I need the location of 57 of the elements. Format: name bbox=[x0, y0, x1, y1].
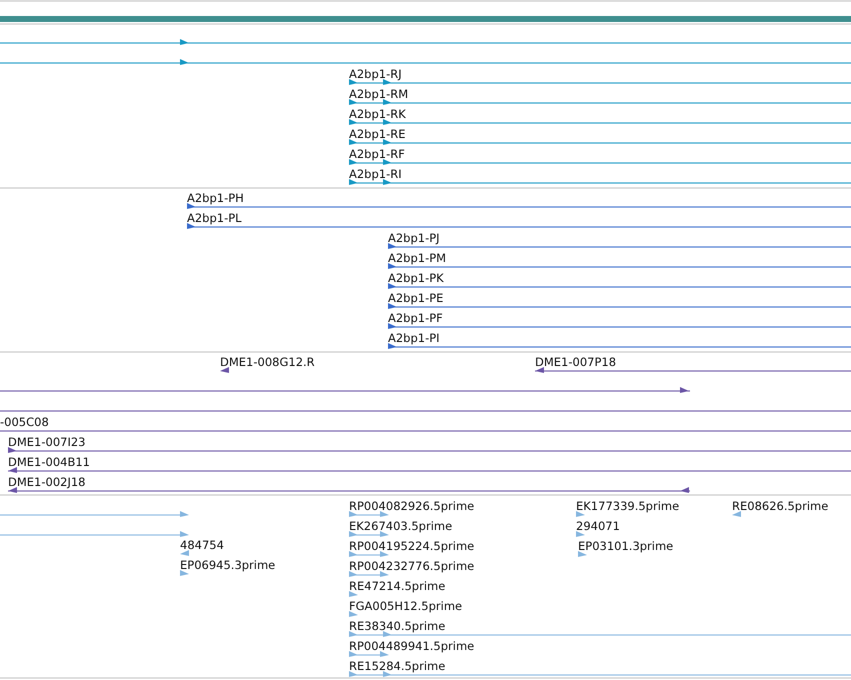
feature-glyph[interactable] bbox=[348, 159, 851, 165]
feature-label[interactable]: RE47214.5prime bbox=[349, 579, 446, 593]
feature-label[interactable]: RP004489941.5prime bbox=[349, 639, 474, 653]
feature-label[interactable]: A2bp1-RJ bbox=[349, 67, 402, 81]
feature-label[interactable]: A2bp1-RE bbox=[349, 127, 406, 141]
feature-glyph[interactable] bbox=[0, 59, 851, 65]
feature-glyph[interactable] bbox=[348, 139, 851, 145]
feature-label[interactable]: A2bp1-PI bbox=[388, 331, 440, 345]
feature-glyph[interactable] bbox=[348, 99, 851, 105]
feature-label[interactable]: A2bp1-RM bbox=[349, 87, 408, 101]
feature-glyph[interactable] bbox=[388, 323, 851, 329]
feature-glyph[interactable] bbox=[186, 223, 851, 229]
feature-label[interactable]: A2bp1-RF bbox=[349, 147, 405, 161]
feature-label[interactable]: RE08626.5prime bbox=[732, 499, 828, 513]
feature-glyph[interactable] bbox=[8, 467, 851, 473]
feature-label[interactable]: A2bp1-PJ bbox=[388, 231, 440, 245]
feature-glyph[interactable] bbox=[534, 367, 851, 373]
feature-glyph[interactable] bbox=[220, 367, 229, 373]
feature-glyph[interactable] bbox=[0, 39, 851, 45]
feature-glyph[interactable] bbox=[8, 447, 851, 453]
feature-glyph[interactable] bbox=[388, 303, 851, 309]
feature-label[interactable]: DME1-007P18 bbox=[535, 355, 616, 369]
feature-label[interactable]: 484754 bbox=[180, 538, 224, 552]
feature-glyph[interactable] bbox=[388, 243, 851, 249]
feature-label[interactable]: RP004232776.5prime bbox=[349, 559, 474, 573]
feature-glyph[interactable] bbox=[388, 283, 851, 289]
feature-label[interactable]: DME1-002J18 bbox=[8, 475, 86, 489]
feature-label[interactable]: RP004082926.5prime bbox=[349, 499, 474, 513]
feature-glyph[interactable] bbox=[348, 119, 851, 125]
feature-glyph[interactable] bbox=[348, 79, 851, 85]
feature-label[interactable]: -005C08 bbox=[0, 415, 49, 429]
feature-label[interactable]: DME1-007I23 bbox=[8, 435, 86, 449]
feature-label[interactable]: A2bp1-RI bbox=[349, 167, 402, 181]
feature-glyph[interactable] bbox=[0, 387, 690, 393]
feature-label[interactable]: A2bp1-PM bbox=[388, 251, 446, 265]
feature-label[interactable]: FGA005H12.5prime bbox=[349, 599, 462, 613]
feature-label[interactable]: A2bp1-PE bbox=[388, 291, 444, 305]
feature-glyph[interactable] bbox=[388, 343, 851, 349]
feature-glyph[interactable] bbox=[388, 263, 851, 269]
feature-glyph[interactable] bbox=[186, 203, 851, 209]
feature-label[interactable]: DME1-008G12.R bbox=[220, 355, 315, 369]
feature-label[interactable]: RP004195224.5prime bbox=[349, 539, 474, 553]
feature-label[interactable]: 294071 bbox=[576, 519, 620, 533]
feature-label[interactable]: RE15284.5prime bbox=[349, 659, 446, 673]
feature-label[interactable]: A2bp1-PK bbox=[388, 271, 444, 285]
feature-glyph[interactable] bbox=[348, 179, 851, 185]
feature-label[interactable]: A2bp1-PL bbox=[187, 211, 242, 225]
feature-label[interactable]: A2bp1-PF bbox=[388, 311, 443, 325]
feature-label[interactable]: RE38340.5prime bbox=[349, 619, 446, 633]
feature-label[interactable]: A2bp1-RK bbox=[349, 107, 406, 121]
feature-label[interactable]: DME1-004B11 bbox=[8, 455, 90, 469]
feature-label[interactable]: EK267403.5prime bbox=[349, 519, 452, 533]
feature-label[interactable]: EP06945.3prime bbox=[180, 558, 276, 572]
feature-glyph[interactable] bbox=[8, 487, 690, 493]
feature-label[interactable]: EK177339.5prime bbox=[576, 499, 680, 513]
feature-label[interactable]: A2bp1-PH bbox=[187, 191, 244, 205]
feature-label[interactable]: EP03101.3prime bbox=[578, 539, 674, 553]
